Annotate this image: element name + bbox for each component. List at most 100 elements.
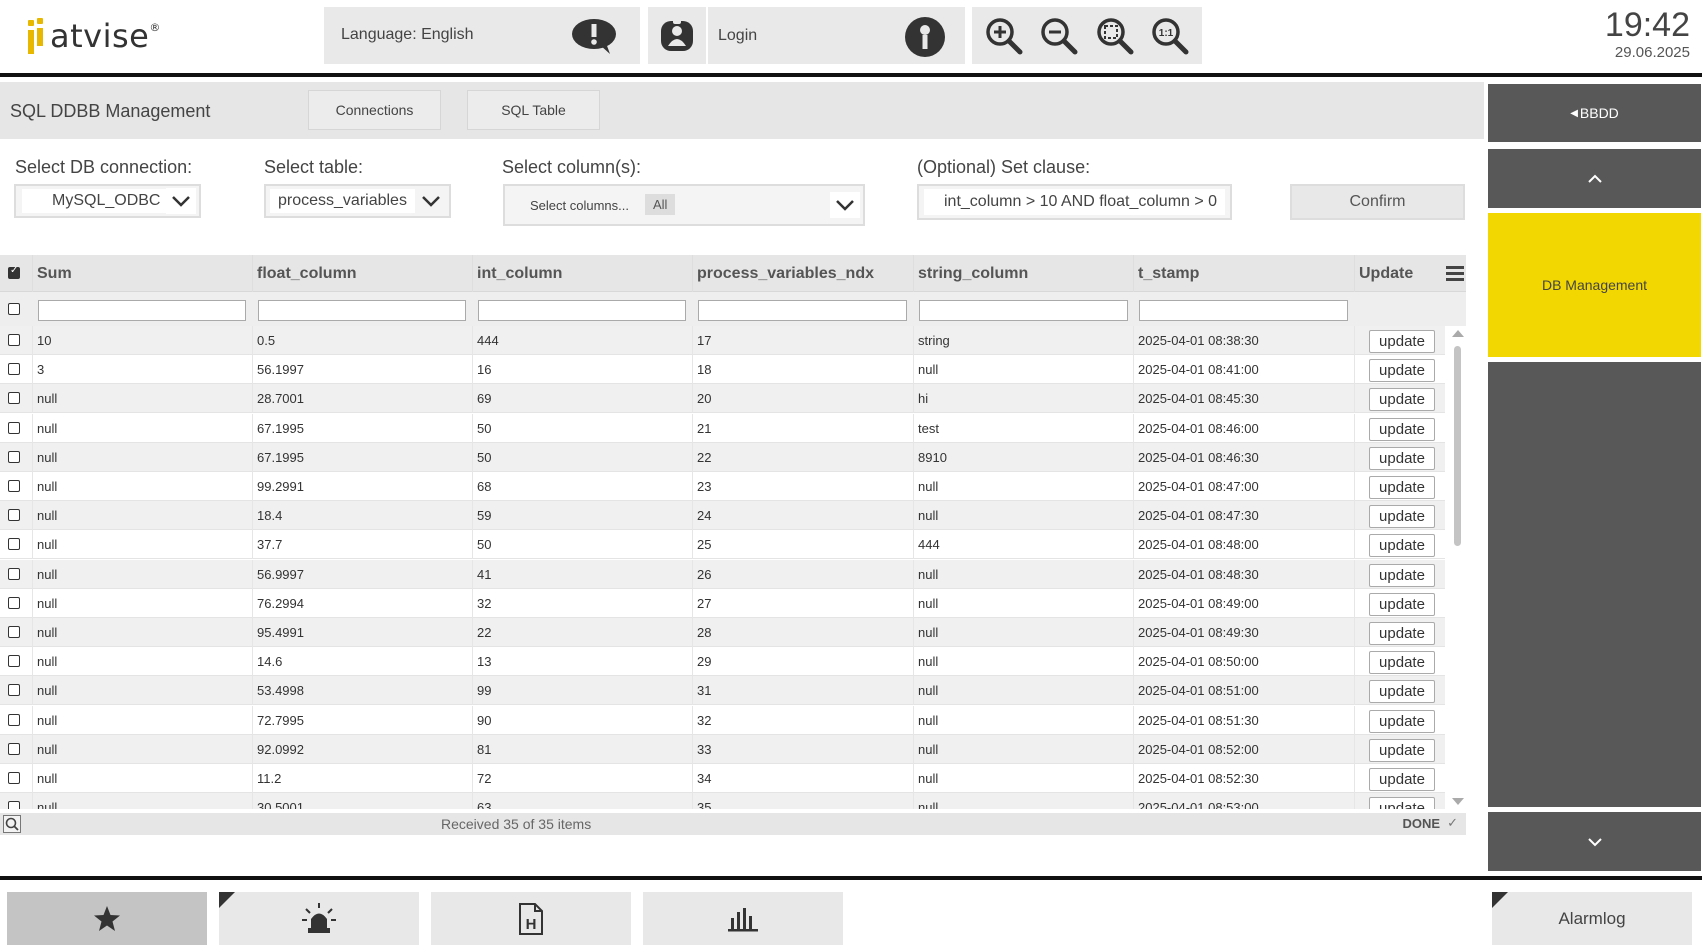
row-checkbox[interactable] (8, 567, 20, 580)
db-management-button[interactable]: DB Management (1488, 213, 1701, 357)
filter-checkbox[interactable] (8, 303, 20, 315)
cell-ndx: 23 (692, 472, 913, 501)
update-button[interactable]: update (1369, 592, 1435, 616)
row-checkbox[interactable] (8, 480, 20, 492)
scroll-thumb[interactable] (1454, 346, 1461, 546)
column-menu-icon[interactable] (1446, 264, 1464, 287)
update-button[interactable]: update (1369, 563, 1435, 587)
update-button[interactable]: update (1369, 359, 1435, 383)
cell-tstamp: 2025-04-01 08:49:00 (1133, 588, 1354, 618)
columns-badge-all[interactable]: All (645, 194, 676, 215)
update-button[interactable]: update (1369, 476, 1435, 499)
table-row[interactable]: null 30.5001 63 35 null 2025-04-01 08:53:00 up… (0, 793, 1445, 809)
search-icon[interactable] (3, 815, 21, 833)
row-checkbox[interactable] (8, 801, 20, 809)
col-header-float[interactable]: float_column (252, 255, 472, 292)
cell-sum: null (32, 618, 252, 647)
row-checkbox[interactable] (8, 392, 20, 405)
row-checkbox[interactable] (8, 626, 20, 638)
update-button[interactable]: update (1369, 330, 1435, 353)
table-select[interactable]: process_variables (264, 184, 451, 218)
back-bbdd-button[interactable]: ◀ BBDD (1488, 84, 1701, 142)
confirm-button[interactable]: Confirm (1290, 184, 1465, 220)
row-checkbox[interactable] (8, 538, 20, 551)
row-checkbox[interactable] (8, 655, 20, 668)
col-header-ndx[interactable]: process_variables_ndx (692, 255, 913, 292)
columns-multiselect[interactable]: Select columns... All (503, 184, 865, 226)
table-row[interactable]: null 14.6 13 29 null 2025-04-01 08:50:00 updat… (0, 647, 1445, 677)
table-row[interactable]: null 53.4998 99 31 null 2025-04-01 08:51:00 up… (0, 676, 1445, 706)
table-row[interactable]: null 95.4991 22 28 null 2025-04-01 08:49:30 up… (0, 618, 1445, 647)
grid-scrollbar[interactable] (1449, 326, 1466, 809)
row-checkbox[interactable] (8, 509, 20, 522)
scroll-down-arrow[interactable] (1452, 798, 1464, 805)
zoom-in-button[interactable] (982, 14, 1026, 58)
table-row[interactable]: null 28.7001 69 20 hi 2025-04-01 08:45:30 upda… (0, 384, 1445, 414)
row-checkbox[interactable] (8, 742, 20, 755)
scroll-up-button[interactable] (1488, 149, 1701, 208)
filter-sum-input[interactable] (38, 300, 246, 321)
alarmlog-button[interactable]: Alarmlog (1492, 892, 1692, 945)
cell-ndx: 26 (692, 559, 913, 589)
col-header-string[interactable]: string_column (913, 255, 1133, 292)
scroll-up-arrow[interactable] (1452, 330, 1464, 337)
update-button[interactable]: update (1369, 709, 1435, 733)
tab-connections[interactable]: Connections (308, 90, 441, 130)
update-button[interactable]: update (1369, 680, 1435, 704)
zoom-fit-button[interactable] (1093, 14, 1137, 58)
table-row[interactable]: null 67.1995 50 22 8910 2025-04-01 08:46:30 up… (0, 442, 1445, 472)
table-row[interactable]: null 67.1995 50 21 test 2025-04-01 08:46:00 up… (0, 413, 1445, 443)
col-header-tstamp[interactable]: t_stamp (1133, 255, 1354, 292)
row-checkbox[interactable] (8, 713, 20, 726)
row-checkbox[interactable] (8, 684, 20, 697)
table-row[interactable]: null 92.0992 81 33 null 2025-04-01 08:52:00 up… (0, 734, 1445, 764)
history-button[interactable]: H (431, 892, 631, 945)
set-clause-input[interactable] (924, 189, 1225, 215)
table-row[interactable]: null 76.2994 32 27 null 2025-04-01 08:49:00 up… (0, 588, 1445, 618)
row-checkbox[interactable] (8, 363, 20, 376)
favorites-button[interactable] (7, 892, 207, 945)
user-badge-button[interactable] (648, 7, 706, 64)
update-button[interactable]: update (1369, 622, 1435, 645)
tab-sql-table[interactable]: SQL Table (467, 90, 600, 130)
update-button[interactable]: update (1369, 446, 1435, 470)
row-checkbox[interactable] (8, 450, 20, 463)
update-button[interactable]: update (1369, 505, 1435, 529)
update-button[interactable]: update (1369, 388, 1435, 412)
col-header-sum[interactable]: Sum (32, 255, 252, 292)
row-checkbox[interactable] (8, 596, 20, 609)
col-header-update[interactable]: Update (1354, 255, 1446, 292)
update-button[interactable]: update (1369, 534, 1435, 558)
update-button[interactable]: update (1369, 797, 1435, 809)
update-button[interactable]: update (1369, 768, 1435, 791)
table-row[interactable]: null 99.2991 68 23 null 2025-04-01 08:47:00 up… (0, 472, 1445, 501)
filter-ndx-input[interactable] (698, 300, 907, 321)
table-row[interactable]: null 37.7 50 25 444 2025-04-01 08:48:00 update (0, 530, 1445, 560)
zoom-1to1-button[interactable]: 1:1 (1148, 14, 1192, 58)
trends-button[interactable] (643, 892, 843, 945)
update-button[interactable]: update (1369, 738, 1435, 762)
col-header-int[interactable]: int_column (472, 255, 692, 292)
login-button[interactable]: Login (708, 7, 965, 64)
table-row[interactable]: null 72.7995 90 32 null 2025-04-01 08:51:30 up… (0, 705, 1445, 735)
filter-int-input[interactable] (478, 300, 686, 321)
table-row[interactable]: 3 56.1997 16 18 null 2025-04-01 08:41:00 updat… (0, 355, 1445, 385)
update-button[interactable]: update (1369, 651, 1435, 675)
select-all-checkbox[interactable] (8, 265, 20, 279)
filter-tstamp-input[interactable] (1139, 300, 1348, 321)
table-row[interactable]: 10 0.5 444 17 string 2025-04-01 08:38:30 updat… (0, 326, 1445, 355)
row-checkbox[interactable] (8, 421, 20, 434)
filter-string-input[interactable] (919, 300, 1128, 321)
table-row[interactable]: null 56.9997 41 26 null 2025-04-01 08:48:30 up… (0, 559, 1445, 589)
table-row[interactable]: null 18.4 59 24 null 2025-04-01 08:47:30 updat… (0, 501, 1445, 531)
alarms-button[interactable] (219, 892, 419, 945)
zoom-out-button[interactable] (1037, 14, 1081, 58)
filter-float-input[interactable] (258, 300, 466, 321)
row-checkbox[interactable] (8, 334, 20, 346)
update-button[interactable]: update (1369, 417, 1435, 441)
table-row[interactable]: null 11.2 72 34 null 2025-04-01 08:52:30 updat… (0, 764, 1445, 793)
row-checkbox[interactable] (8, 772, 20, 784)
language-button[interactable]: Language: English (324, 7, 640, 64)
scroll-down-button[interactable] (1488, 812, 1701, 871)
db-connection-select[interactable]: MySQL_ODBC (14, 184, 201, 218)
